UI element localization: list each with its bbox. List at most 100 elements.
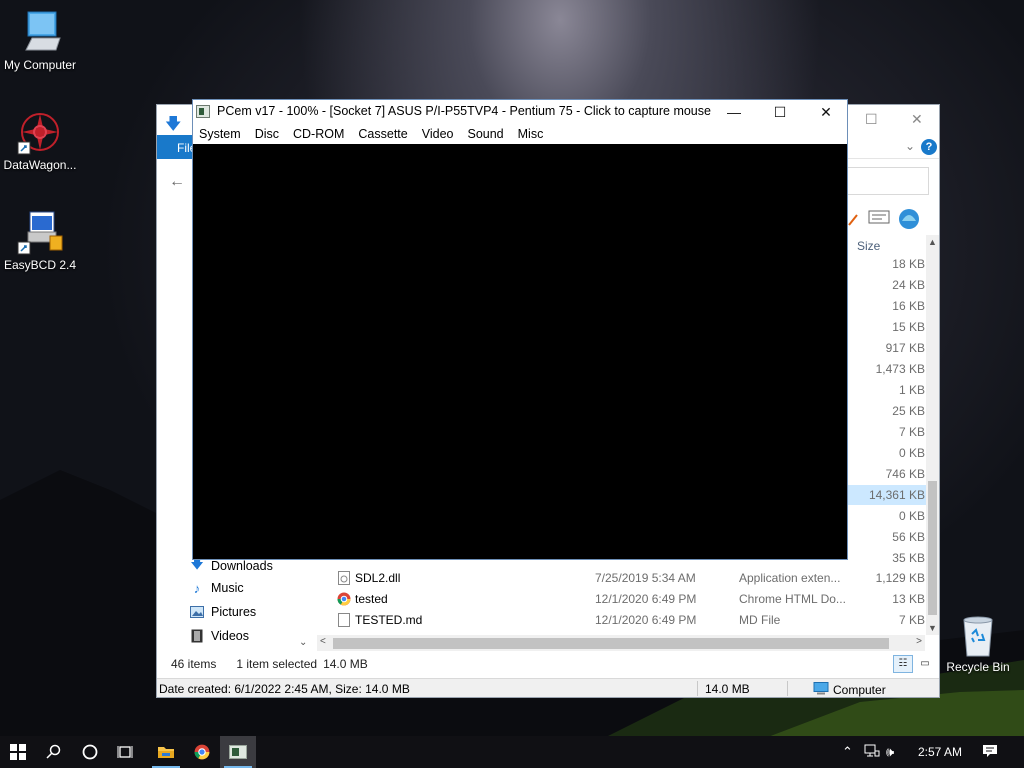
status-bar: 46 items 1 item selected 14.0 MB (171, 657, 378, 671)
pcem-title-bar[interactable]: PCem v17 - 100% - [Socket 7] ASUS P/I-P5… (193, 100, 847, 124)
ribbon-tab-file[interactable]: File (157, 135, 197, 159)
chrome-icon (337, 592, 351, 606)
desktop-icon-easybcd[interactable]: EasyBCD 2.4 (0, 210, 80, 272)
size-cell-selected[interactable]: 14,361 KB (847, 485, 931, 505)
item-count: 46 items (171, 657, 217, 671)
size-cell: 7 KB (898, 425, 925, 439)
emulator-screen[interactable] (193, 144, 847, 559)
menu-misc[interactable]: Misc (518, 127, 544, 141)
scroll-down-icon[interactable]: ▼ (928, 623, 937, 633)
details-view-icon[interactable]: ☷ (893, 655, 913, 673)
close-icon[interactable]: ✕ (911, 111, 923, 128)
large-icons-view-icon[interactable]: ▭ (915, 655, 935, 673)
scroll-thumb[interactable] (333, 638, 889, 649)
menu-cd-rom[interactable]: CD-ROM (293, 127, 344, 141)
search-box[interactable] (847, 167, 929, 195)
scroll-thumb[interactable] (928, 481, 937, 615)
size-cell: 24 KB (892, 278, 925, 292)
task-view-icon (117, 746, 133, 758)
window-title: PCem v17 - 100% - [Socket 7] ASUS P/I-P5… (217, 104, 711, 118)
minimize-button[interactable]: — (711, 100, 757, 124)
menu-cassette[interactable]: Cassette (358, 127, 407, 141)
vertical-scrollbar[interactable]: ▲ ▼ (926, 235, 939, 635)
size-cell: 25 KB (892, 404, 925, 418)
taskbar: ⌃ 🕪 2:57 AM (0, 736, 1024, 768)
back-arrow-icon[interactable]: ← (169, 173, 185, 191)
file-name: TESTED.md (355, 613, 423, 627)
file-name: tested (355, 592, 388, 606)
details-location: Computer (813, 682, 886, 698)
file-date: 12/1/2020 6:49 PM (595, 613, 697, 627)
maximize-button[interactable]: ☐ (757, 100, 803, 124)
scroll-up-icon[interactable]: ▲ (928, 237, 937, 247)
file-name: SDL2.dll (355, 571, 401, 585)
size-cell: 18 KB (892, 257, 925, 271)
size-cell: 917 KB (885, 341, 925, 355)
pictures-icon (189, 604, 205, 620)
nav-item-pictures[interactable]: Pictures (189, 601, 256, 623)
taskbar-file-explorer[interactable] (148, 736, 184, 768)
file-size: 1,129 KB (875, 571, 925, 585)
file-type: Chrome HTML Do... (739, 592, 846, 606)
pcem-menu-bar: System Disc CD-ROM Cassette Video Sound … (193, 124, 847, 144)
nav-item-label: Videos (211, 629, 249, 643)
maximize-icon[interactable]: ☐ (865, 111, 878, 128)
computer-icon (16, 10, 64, 56)
datawagon-icon (16, 110, 64, 156)
desktop-icon-my-computer[interactable]: My Computer (0, 10, 80, 72)
file-row[interactable]: tested 12/1/2020 6:49 PM Chrome HTML Do.… (337, 589, 927, 609)
folder-icon (158, 747, 174, 758)
task-view-button[interactable] (108, 736, 144, 768)
file-type: MD File (739, 613, 781, 627)
nav-item-label: Music (211, 581, 244, 595)
start-button[interactable] (0, 736, 36, 768)
size-cell: 15 KB (892, 320, 925, 334)
search-button[interactable] (36, 736, 72, 768)
location-label: Computer (833, 683, 886, 697)
menu-system[interactable]: System (199, 127, 241, 141)
chevron-up-icon[interactable]: ⌃ (842, 744, 853, 760)
pcem-app-icon (196, 105, 210, 118)
file-date: 12/1/2020 6:49 PM (595, 592, 697, 606)
help-icon[interactable]: ? (921, 139, 937, 155)
dll-file-icon (337, 571, 351, 585)
file-row[interactable]: TESTED.md 12/1/2020 6:49 PM MD File 7 KB (337, 610, 927, 630)
desktop-icon-recycle-bin[interactable]: Recycle Bin (938, 612, 1018, 674)
scroll-right-icon[interactable]: > (916, 636, 922, 647)
details-size: 14.0 MB (705, 682, 750, 696)
size-cell: 35 KB (892, 551, 925, 565)
menu-video[interactable]: Video (422, 127, 454, 141)
notifications-icon[interactable] (982, 744, 998, 761)
file-row[interactable]: SDL2.dll 7/25/2019 5:34 AM Application e… (337, 568, 927, 588)
clock[interactable]: 2:57 AM (918, 745, 962, 759)
recycle-bin-icon (958, 612, 998, 658)
taskbar-chrome[interactable] (184, 736, 220, 768)
size-cell: 1,473 KB (875, 362, 925, 376)
computer-icon (813, 682, 829, 698)
cortana-button[interactable] (72, 736, 108, 768)
nav-scroll-down-icon[interactable]: ⌄ (299, 637, 307, 648)
pcem-app-icon (229, 745, 247, 759)
menu-sound[interactable]: Sound (467, 127, 503, 141)
scroll-left-icon[interactable]: < (320, 636, 326, 647)
chevron-down-icon[interactable]: ⌄ (905, 139, 915, 153)
volume-icon[interactable]: 🕪 (886, 744, 894, 760)
taskbar-pcem[interactable] (220, 736, 256, 768)
size-cell: 0 KB (898, 509, 925, 523)
easybcd-icon (16, 210, 64, 256)
close-button[interactable]: ✕ (803, 100, 849, 124)
column-header-size[interactable]: Size (857, 239, 880, 253)
pcem-window[interactable]: PCem v17 - 100% - [Socket 7] ASUS P/I-P5… (192, 99, 848, 560)
cortana-icon (82, 744, 98, 760)
horizontal-scrollbar[interactable]: < > (317, 635, 925, 651)
desktop-icon-datawagon[interactable]: DataWagon... (0, 110, 80, 172)
ribbon-tools (847, 205, 937, 231)
chrome-icon (194, 744, 210, 760)
menu-disc[interactable]: Disc (255, 127, 279, 141)
network-icon[interactable] (864, 744, 880, 761)
nav-item-music[interactable]: ♪ Music (189, 577, 244, 599)
size-cell: 1 KB (898, 383, 925, 397)
file-details: Date created: 6/1/2022 2:45 AM, Size: 14… (159, 682, 410, 696)
nav-item-videos[interactable]: Videos (189, 625, 249, 647)
view-toggle: ☷ ▭ (893, 655, 935, 673)
